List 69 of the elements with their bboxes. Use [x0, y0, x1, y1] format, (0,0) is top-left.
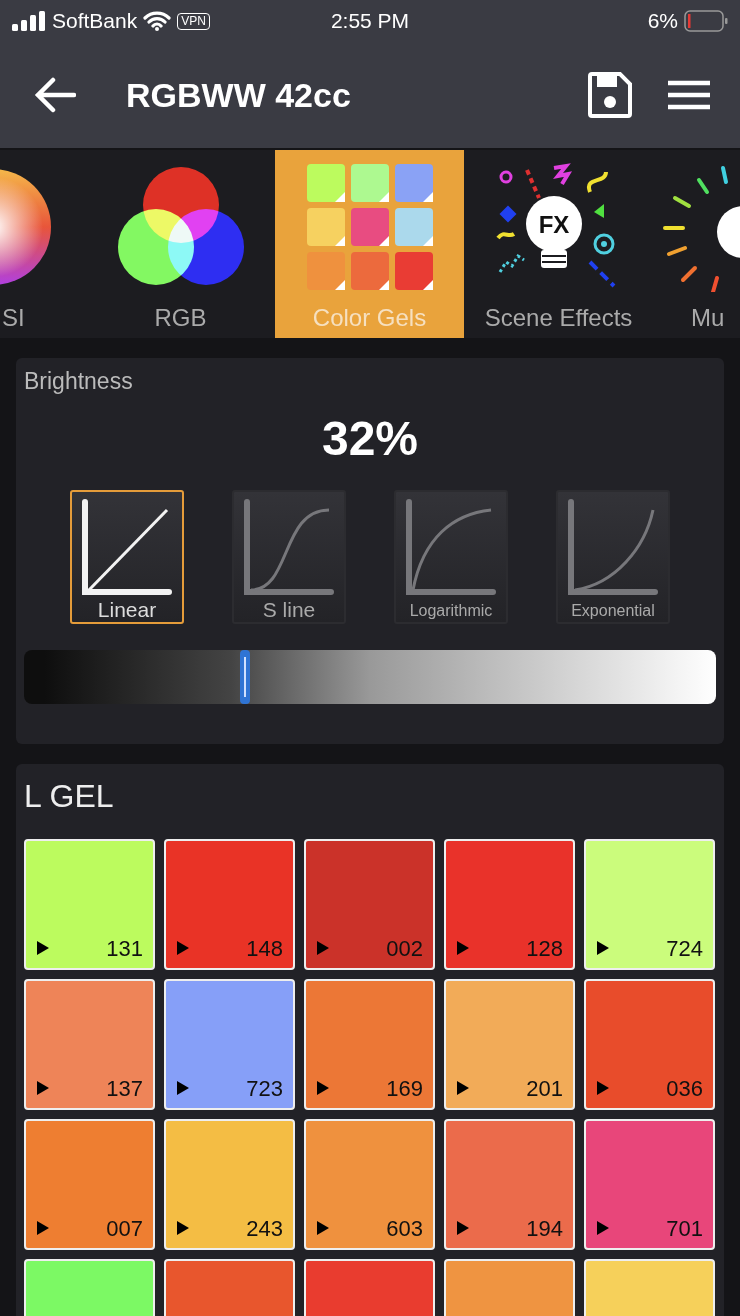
mode-tab[interactable]: FX Scene Effects — [464, 150, 653, 338]
gel-number: 007 — [106, 1216, 143, 1242]
gel-number: 002 — [386, 936, 423, 962]
brightness-slider[interactable] — [24, 650, 716, 704]
gel-number: 137 — [106, 1076, 143, 1102]
gel-swatch[interactable]: 724 — [584, 839, 715, 970]
wifi-icon — [143, 11, 172, 31]
play-icon[interactable] — [176, 1080, 190, 1096]
gel-swatch[interactable]: 007 — [24, 1119, 155, 1250]
gel-number: 128 — [526, 936, 563, 962]
device-title: RGBWW 42cc — [126, 75, 351, 115]
curve-option[interactable]: S line — [232, 490, 346, 624]
curve-option[interactable]: Logarithmic — [394, 490, 508, 624]
gel-swatch[interactable]: 723 — [164, 979, 295, 1110]
gel-swatch[interactable]: 194 — [444, 1119, 575, 1250]
gel-number: 243 — [246, 1216, 283, 1242]
gel-number: 724 — [666, 936, 703, 962]
curve-graph-icon — [403, 498, 499, 596]
gel-number: 169 — [386, 1076, 423, 1102]
vpn-badge: VPN — [177, 12, 210, 30]
gel-swatch[interactable]: 131 — [24, 839, 155, 970]
gel-number: 131 — [106, 936, 143, 962]
curve-option[interactable]: Linear — [70, 490, 184, 624]
back-button[interactable] — [34, 77, 76, 113]
clock: 2:55 PM — [330, 9, 410, 32]
gel-swatch[interactable]: 128 — [444, 839, 575, 970]
panel-title: Brightness — [24, 368, 134, 395]
play-icon[interactable] — [316, 1080, 330, 1096]
play-icon[interactable] — [176, 1220, 190, 1236]
panel-title: L GEL — [24, 778, 115, 815]
gel-swatch[interactable]: 148 — [164, 839, 295, 970]
signal-icon — [12, 11, 46, 31]
gel-swatch[interactable]: 169 — [304, 979, 435, 1110]
mode-tab[interactable]: RGB — [86, 150, 275, 338]
color-grid-icon — [304, 162, 435, 292]
gel-swatch[interactable]: 603 — [304, 1119, 435, 1250]
curve-option[interactable]: Exponential — [556, 490, 670, 624]
gel-swatch[interactable]: 701 — [584, 1119, 715, 1250]
battery-icon — [684, 10, 728, 32]
gel-number: 201 — [526, 1076, 563, 1102]
gel-number: 036 — [666, 1076, 703, 1102]
mode-tab[interactable]: SI — [0, 150, 86, 338]
curve-graph-icon — [565, 498, 661, 596]
gel-number: 194 — [526, 1216, 563, 1242]
play-icon[interactable] — [316, 1220, 330, 1236]
gel-swatch[interactable]: 002 — [304, 839, 435, 970]
mode-tab[interactable]: Mu — [653, 150, 740, 338]
gel-number: 723 — [246, 1076, 283, 1102]
gel-number: 701 — [666, 1216, 703, 1242]
gel-swatch[interactable]: 243 — [164, 1119, 295, 1250]
gel-number: 148 — [246, 936, 283, 962]
play-icon[interactable] — [36, 1080, 50, 1096]
save-button[interactable] — [588, 72, 632, 118]
gel-swatch[interactable]: 201 — [444, 979, 575, 1110]
gel-swatch[interactable]: 036 — [584, 979, 715, 1110]
curve-graph-icon — [241, 498, 337, 596]
play-icon[interactable] — [36, 1220, 50, 1236]
menu-button[interactable] — [668, 80, 710, 110]
play-icon[interactable] — [36, 940, 50, 956]
play-icon[interactable] — [456, 1080, 470, 1096]
gel-number: 603 — [386, 1216, 423, 1242]
play-icon[interactable] — [456, 1220, 470, 1236]
play-icon[interactable] — [596, 940, 610, 956]
carrier-name: SoftBank — [52, 9, 138, 33]
battery-percent: 6% — [647, 9, 678, 33]
gel-swatch[interactable]: 137 — [24, 979, 155, 1110]
slider-thumb[interactable] — [240, 650, 251, 704]
brightness-value: 32% — [320, 411, 420, 466]
curve-graph-icon — [79, 498, 175, 596]
